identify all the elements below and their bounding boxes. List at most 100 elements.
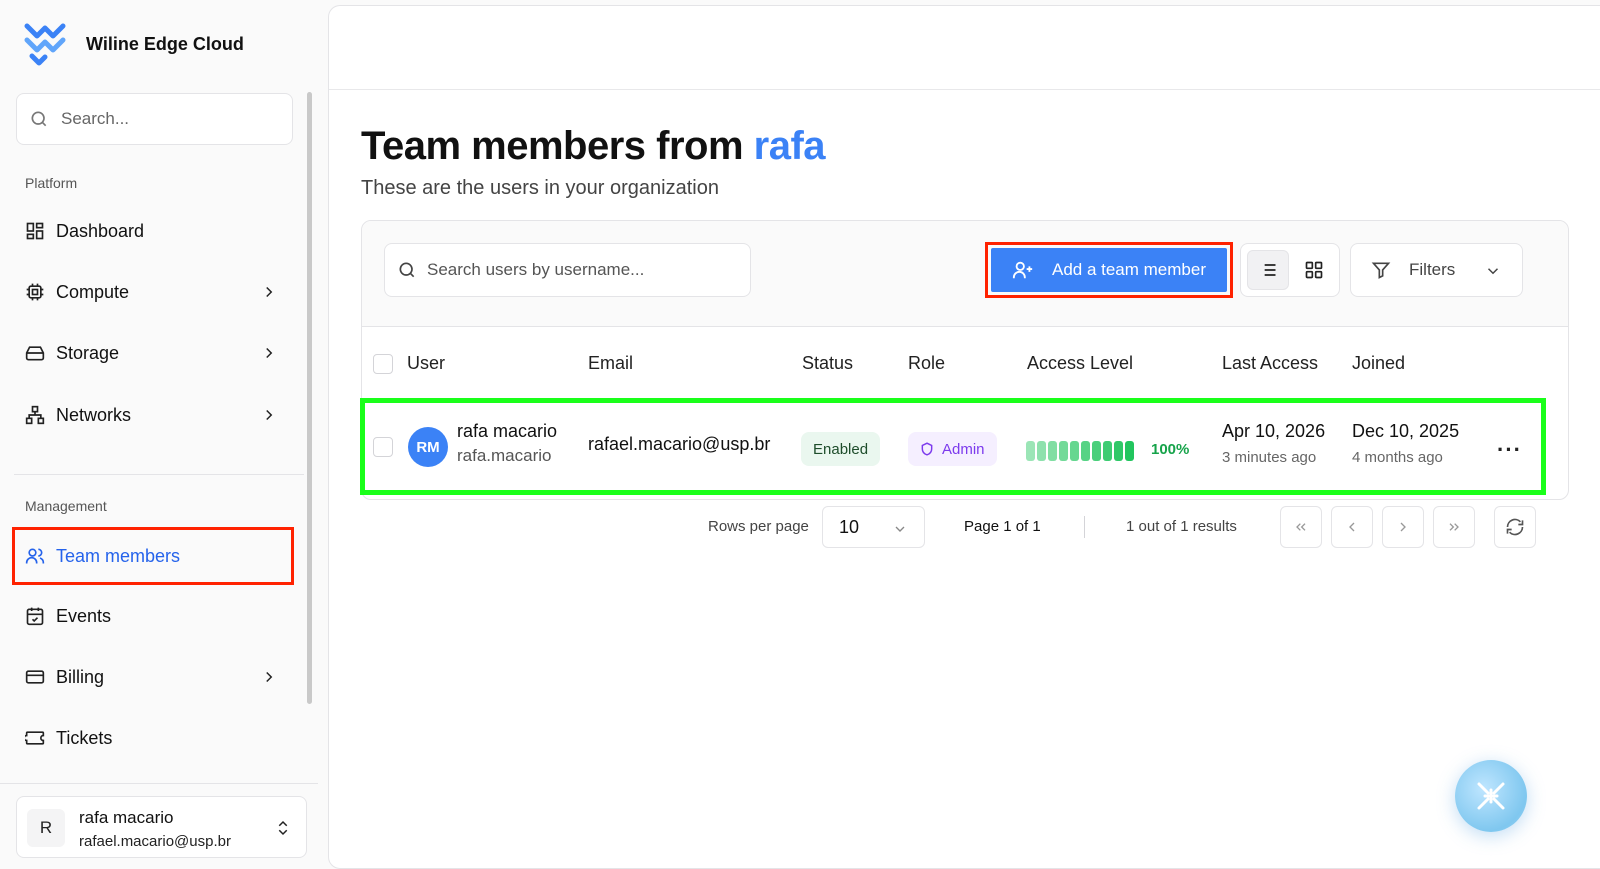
- sidebar-item-storage[interactable]: Storage: [12, 326, 294, 380]
- select-all-checkbox[interactable]: [373, 354, 393, 374]
- access-level-segment: [1125, 441, 1134, 461]
- user-email: rafael.macario@usp.br: [79, 833, 231, 850]
- refresh-icon: [1506, 518, 1524, 536]
- chevron-left-icon: [1349, 522, 1355, 532]
- page-title-prefix: Team members from: [361, 124, 744, 168]
- sidebar-item-label: Billing: [56, 666, 105, 687]
- filters-button[interactable]: Filters: [1350, 243, 1523, 297]
- users-icon: [25, 548, 45, 564]
- column-header-joined[interactable]: Joined: [1352, 353, 1405, 374]
- chevron-right-icon: [266, 286, 273, 298]
- access-level-segment: [1037, 441, 1046, 461]
- first-page-button[interactable]: [1280, 506, 1322, 548]
- row-checkbox[interactable]: [373, 437, 393, 457]
- sidebar-item-networks[interactable]: Networks: [12, 388, 294, 442]
- column-header-role[interactable]: Role: [908, 353, 945, 374]
- pagination-divider: [1084, 516, 1085, 538]
- add-team-member-button[interactable]: Add a team member: [991, 248, 1227, 292]
- access-level-percent: 100%: [1151, 441, 1190, 458]
- chevron-right-icon: [266, 409, 273, 421]
- column-header-user[interactable]: User: [407, 353, 445, 374]
- access-level-segment: [1048, 441, 1057, 461]
- user-menu[interactable]: R rafa macario rafael.macario@usp.br: [16, 796, 307, 858]
- user-search[interactable]: [384, 243, 751, 297]
- column-header-email[interactable]: Email: [588, 353, 633, 374]
- column-header-status[interactable]: Status: [802, 353, 853, 374]
- avatar: R: [27, 809, 65, 847]
- cpu-icon: [26, 283, 44, 301]
- sidebar-item-compute[interactable]: Compute: [12, 265, 294, 319]
- dashboard-icon: [26, 222, 44, 240]
- section-label-management: Management: [25, 498, 107, 514]
- sidebar-item-dashboard[interactable]: Dashboard: [12, 204, 294, 258]
- table-row[interactable]: RM rafa macario rafa.macario rafael.maca…: [360, 398, 1546, 495]
- refresh-button[interactable]: [1494, 506, 1536, 548]
- sidebar-item-team-members[interactable]: Team members: [12, 527, 294, 585]
- table-header-row: User Email Status Role Access Level Last…: [362, 328, 1568, 400]
- sidebar-divider: [14, 474, 304, 475]
- sidebar-item-events[interactable]: Events: [12, 589, 294, 643]
- user-plus-icon: [1012, 261, 1033, 279]
- rows-per-page-select[interactable]: 10: [822, 506, 925, 548]
- previous-page-button[interactable]: [1331, 506, 1373, 548]
- main-content: Team members from rafa These are the use…: [328, 5, 1600, 869]
- list-view-button[interactable]: [1247, 250, 1289, 290]
- filters-label: Filters: [1409, 260, 1456, 279]
- status-badge: Enabled: [801, 432, 881, 466]
- page-subtitle: These are the users in your organization: [361, 177, 719, 199]
- user-search-input[interactable]: [427, 260, 737, 280]
- table-toolbar: Add a team member Filters: [362, 221, 1568, 327]
- sidebar-item-tickets[interactable]: Tickets: [12, 711, 294, 765]
- network-icon: [25, 405, 45, 425]
- hard-drive-icon: [25, 346, 45, 361]
- chevrons-right-icon: [1449, 523, 1459, 531]
- access-level-segment: [1059, 441, 1068, 461]
- calendar-icon: [26, 607, 44, 626]
- shield-icon: [921, 442, 933, 456]
- grid-icon: [1305, 261, 1323, 279]
- user-full-name: rafa macario: [457, 421, 558, 441]
- team-members-card: Add a team member Filters User Email: [360, 220, 1569, 500]
- user-email: rafael.macario@usp.br: [588, 434, 771, 454]
- chevron-down-icon: [895, 526, 905, 532]
- sidebar-scrollbar[interactable]: [307, 92, 312, 704]
- page-info: Page 1 of 1: [964, 518, 1041, 535]
- user-name: rafa macario: [79, 808, 174, 827]
- wiline-logo-icon: [24, 23, 66, 66]
- brand[interactable]: Wiline Edge Cloud: [24, 22, 244, 66]
- view-toggle: [1240, 243, 1340, 297]
- access-level-meter: [1026, 441, 1134, 461]
- row-actions-button[interactable]: ···: [1497, 437, 1522, 463]
- chevron-right-icon: [266, 671, 273, 683]
- sidebar-search-input[interactable]: [61, 109, 261, 129]
- add-team-member-label: Add a team member: [1051, 260, 1206, 279]
- sidebar-footer-divider: [0, 783, 318, 784]
- next-page-button[interactable]: [1382, 506, 1424, 548]
- credit-card-icon: [25, 670, 45, 684]
- grid-view-button[interactable]: [1293, 250, 1335, 290]
- organization-name: rafa: [753, 124, 826, 168]
- section-label-platform: Platform: [25, 175, 78, 191]
- filter-icon: [1371, 262, 1391, 279]
- role-badge: Admin: [908, 432, 997, 466]
- assistant-chat-button[interactable]: [1455, 760, 1527, 832]
- sidebar-item-label: Team members: [56, 545, 181, 566]
- avatar: RM: [408, 427, 448, 467]
- rows-per-page-value: 10: [839, 516, 860, 537]
- sidebar-search[interactable]: [16, 93, 293, 145]
- last-page-button[interactable]: [1433, 506, 1475, 548]
- column-header-access-level[interactable]: Access Level: [1027, 353, 1133, 374]
- joined-relative: 4 months ago: [1352, 449, 1443, 466]
- sidebar-item-billing[interactable]: Billing: [12, 650, 294, 704]
- status-label: Enabled: [813, 440, 869, 458]
- chevron-down-icon: [1487, 268, 1499, 275]
- search-icon: [31, 111, 47, 127]
- sidebar-item-label: Storage: [56, 342, 120, 363]
- access-level-segment: [1081, 441, 1090, 461]
- chevrons-up-down-icon: [278, 820, 288, 836]
- list-icon: [1260, 264, 1276, 276]
- column-header-last-access[interactable]: Last Access: [1222, 353, 1318, 374]
- search-icon: [399, 262, 415, 278]
- sidebar-item-label: Events: [56, 605, 112, 626]
- access-level-segment: [1070, 441, 1079, 461]
